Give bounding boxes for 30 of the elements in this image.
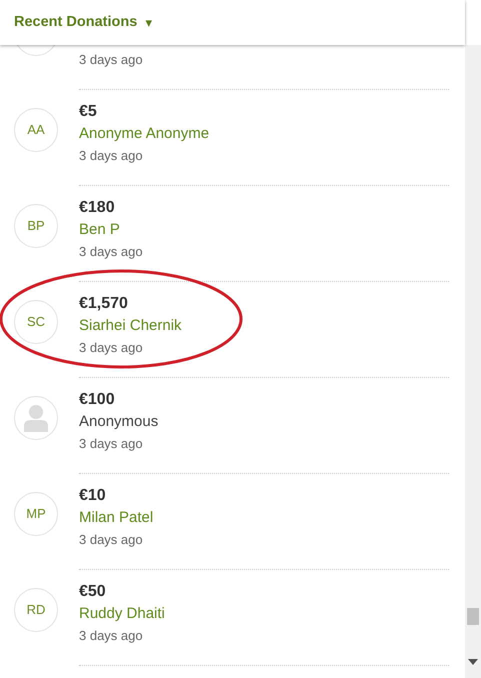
donor-name: Anonymous xyxy=(79,412,160,432)
donation-amount: €100 xyxy=(79,390,116,410)
initials-avatar: BP xyxy=(14,204,58,248)
scrollbar-thumb[interactable] xyxy=(467,608,479,625)
donation-time: 3 days ago xyxy=(79,627,144,645)
donor-name[interactable]: Siarhei Chernik xyxy=(79,315,449,337)
donation-amount: €1,570 xyxy=(79,294,129,314)
donation-time: 3 days ago xyxy=(79,51,144,69)
initials-avatar: MP xyxy=(14,492,58,536)
donation-time: 3 days ago xyxy=(79,339,144,357)
scrollbar[interactable] xyxy=(465,45,481,678)
initials-avatar: RD xyxy=(14,588,58,632)
initials-avatar: SC xyxy=(14,300,58,344)
donation-time: 3 days ago xyxy=(79,531,144,549)
donor-name[interactable]: Ben P xyxy=(79,219,449,241)
donation-time: 3 days ago xyxy=(79,147,144,165)
donation-time: 3 days ago xyxy=(79,435,144,453)
donation-amount: €50 xyxy=(79,582,107,602)
donation-amount: €5 xyxy=(79,102,98,122)
section-title[interactable]: Recent Donations xyxy=(14,12,138,34)
initials-avatar: AA xyxy=(14,108,58,152)
anonymous-avatar-icon xyxy=(14,396,58,440)
caret-icon[interactable]: ▾ xyxy=(145,12,152,32)
donor-name[interactable]: Milan Patel xyxy=(79,507,449,529)
donor-name[interactable]: Ruddy Dhaiti xyxy=(79,603,449,625)
donation-amount: €10 xyxy=(79,486,107,506)
donation-amount: €180 xyxy=(79,198,116,218)
donation-time: 3 days ago xyxy=(79,243,144,261)
scroll-down-arrow-icon[interactable] xyxy=(468,659,478,665)
donor-name[interactable]: Anonyme Anonyme xyxy=(79,123,449,145)
